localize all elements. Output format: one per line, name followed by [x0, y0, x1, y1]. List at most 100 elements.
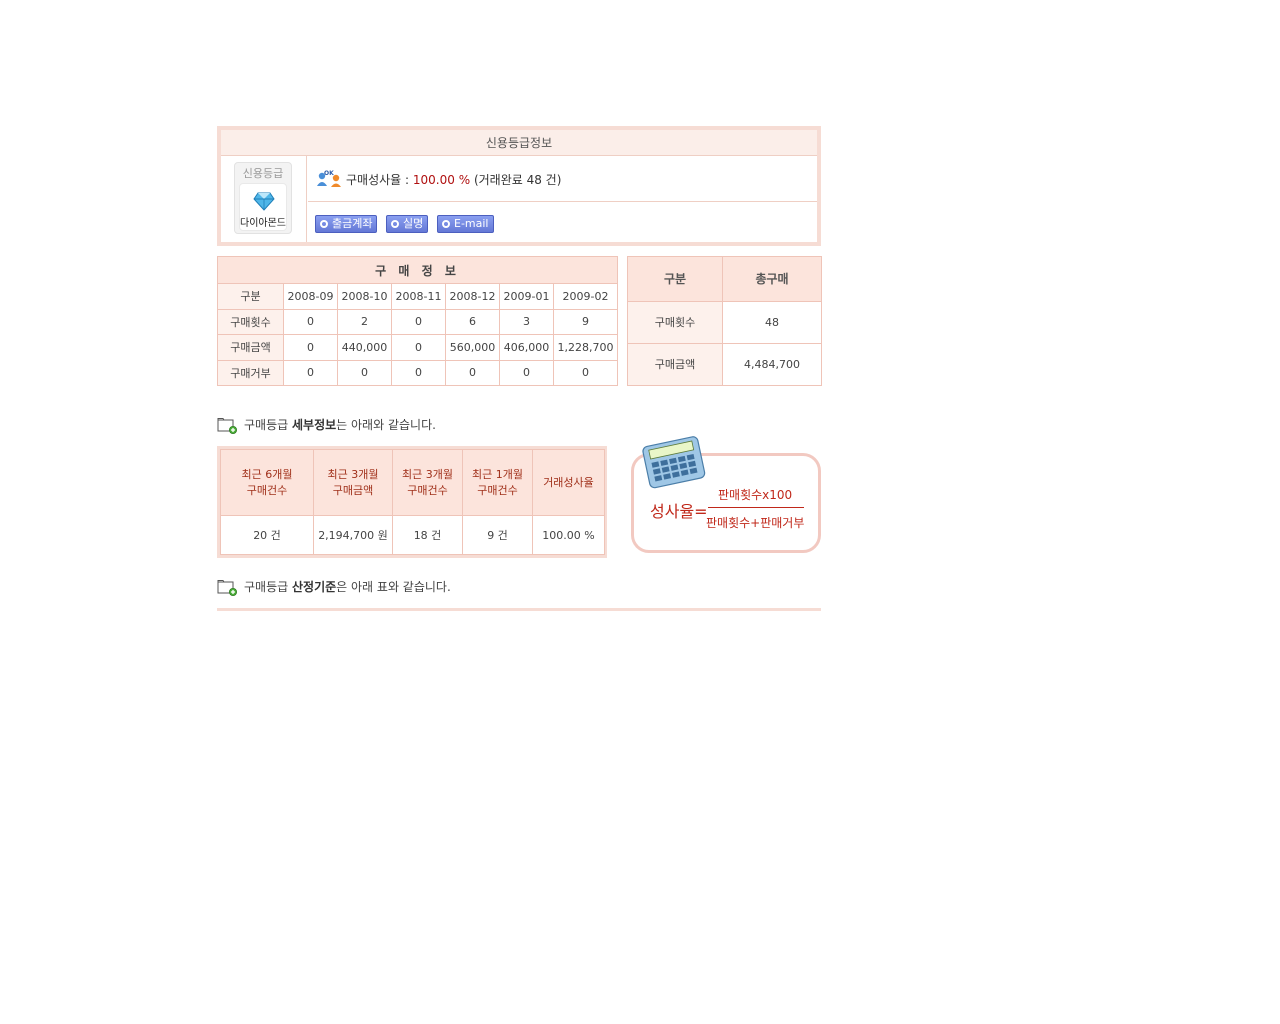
- month-header: 2009-02: [552, 283, 619, 310]
- grade-card: 신용등급 다이아몬드: [234, 162, 292, 234]
- circle-icon: [442, 220, 450, 228]
- realname-button[interactable]: 실명: [386, 215, 429, 233]
- cell: 1,228,700: [552, 334, 619, 361]
- cell: 440,000: [337, 334, 392, 361]
- month-header: 2008-11: [391, 283, 446, 310]
- circle-icon: [320, 220, 328, 228]
- cell: 2,194,700 원: [313, 515, 393, 555]
- detail-heading-pre: 구매등급: [244, 418, 292, 432]
- circle-icon: [391, 220, 399, 228]
- purchase-table-header-row: 구분 2008-09 2008-10 2008-11 2008-12 2009-…: [217, 283, 619, 310]
- table-row: 구매금액 0 440,000 0 560,000 406,000 1,228,7…: [217, 334, 619, 361]
- ok-users-icon: OK: [317, 170, 341, 187]
- month-header: 2008-09: [283, 283, 338, 310]
- purchase-info-table: 구 매 정 보 구분 2008-09 2008-10 2008-11 2008-…: [216, 256, 619, 386]
- detail-header-line: 구매건수: [407, 483, 448, 497]
- cell: 3: [499, 308, 554, 335]
- cell: 0: [499, 359, 554, 386]
- cell: 0: [391, 334, 446, 361]
- credit-grade-title: 신용등급정보: [221, 130, 817, 156]
- grade-badge: 다이아몬드: [239, 183, 287, 231]
- grade-cell: 신용등급 다이아몬드: [221, 156, 307, 242]
- detail-header-line: 구매건수: [246, 483, 288, 497]
- row-label: 구매횟수: [627, 300, 723, 344]
- purchase-table-title: 구 매 정 보: [216, 256, 619, 284]
- cell: 4,484,700: [722, 342, 822, 387]
- month-header: 2009-01: [499, 283, 554, 310]
- cell: 18 건: [392, 515, 463, 555]
- cell: 9 건: [462, 515, 533, 555]
- cell: 2: [337, 308, 392, 335]
- formula-denominator: 판매횟수+판매거부: [706, 516, 805, 530]
- cell: 0: [391, 308, 446, 335]
- cell: 560,000: [445, 334, 500, 361]
- account-button-label: 출금계좌: [332, 217, 373, 230]
- total-col-total: 총구매: [722, 256, 822, 302]
- detail-header: 거래성사율: [532, 449, 605, 516]
- detail-header: 최근 1개월구매건수: [462, 449, 533, 516]
- svg-text:OK: OK: [324, 170, 334, 177]
- total-col-label: 구분: [627, 256, 723, 302]
- cell: 20 건: [220, 515, 314, 555]
- purchase-table-title-row: 구 매 정 보: [216, 256, 619, 284]
- rate-prefix: 구매성사율 :: [346, 173, 410, 187]
- formula-fraction-line: [708, 507, 804, 508]
- purchase-rate-row: OK 구매성사율 : 100.00 % (거래완료 48 건): [308, 156, 817, 202]
- criteria-table-top-edge: [217, 608, 821, 611]
- cell: 0: [391, 359, 446, 386]
- detail-header-row: 최근 6개월구매건수 최근 3개월구매금액 최근 3개월구매건수 최근 1개월구…: [220, 449, 605, 516]
- grade-name: 다이아몬드: [240, 218, 286, 229]
- table-row: 구매금액 4,484,700: [627, 342, 822, 387]
- cell: 0: [283, 334, 338, 361]
- detail-heading-bold: 세부정보: [291, 418, 337, 432]
- email-button-label: E-mail: [454, 217, 489, 230]
- rate-suffix: (거래완료 48 건): [473, 173, 562, 187]
- table-row: 구매횟수 48: [627, 300, 822, 344]
- email-button[interactable]: E-mail: [437, 215, 494, 233]
- cell: 48: [722, 300, 822, 344]
- cell: 9: [552, 308, 619, 335]
- cell: 0: [445, 359, 500, 386]
- detail-header-line: 구매금액: [332, 483, 374, 497]
- detail-info-table: 최근 6개월구매건수 최근 3개월구매금액 최근 3개월구매건수 최근 1개월구…: [220, 449, 605, 555]
- credit-grade-panel: 신용등급정보 신용등급 다이아몬드 OK 구매성사율: 100.00 % (거…: [217, 126, 821, 246]
- criteria-section-heading: 구매등급 산정기준은 아래 표와 같습니다.: [217, 578, 451, 596]
- formula-numerator: 판매횟수x100: [718, 488, 793, 502]
- cell: 0: [552, 359, 619, 386]
- detail-header-line: 최근 1개월: [472, 467, 523, 481]
- detail-heading-post: 는 아래와 같습니다.: [336, 418, 436, 432]
- detail-header-line: 구매건수: [477, 483, 518, 497]
- month-header: 2008-10: [337, 283, 392, 310]
- detail-header-line: 거래성사율: [543, 475, 594, 489]
- month-header: 2008-12: [445, 283, 500, 310]
- cell: 100.00 %: [532, 515, 605, 555]
- detail-header: 최근 3개월구매금액: [313, 449, 393, 516]
- diamond-icon: [253, 192, 275, 211]
- cell: 0: [283, 308, 338, 335]
- criteria-heading-pre: 구매등급: [244, 580, 292, 594]
- cell: 406,000: [499, 334, 554, 361]
- detail-header: 최근 3개월구매건수: [392, 449, 463, 516]
- cell: 6: [445, 308, 500, 335]
- folder-plus-icon: [217, 580, 237, 596]
- criteria-heading-post: 은 아래 표와 같습니다.: [336, 580, 451, 594]
- total-table-header-row: 구분 총구매: [627, 256, 822, 302]
- verification-buttons: 출금계좌 실명 E-mail: [308, 202, 817, 242]
- table-row: 구매거부 0 0 0 0 0 0: [217, 359, 619, 386]
- calculator-icon: [642, 436, 706, 489]
- account-button[interactable]: 출금계좌: [315, 215, 378, 233]
- detail-section-heading: 구매등급 세부정보는 아래와 같습니다.: [217, 416, 436, 434]
- realname-button-label: 실명: [403, 217, 424, 230]
- purchase-corner: 구분: [217, 283, 284, 310]
- rate-value: 100.00 %: [412, 173, 471, 187]
- table-row: 구매횟수 0 2 0 6 3 9: [217, 308, 619, 335]
- cell: 0: [337, 359, 392, 386]
- detail-header: 최근 6개월구매건수: [220, 449, 314, 516]
- table-row: 20 건 2,194,700 원 18 건 9 건 100.00 %: [220, 515, 605, 555]
- credit-grade-inner: 신용등급정보 신용등급 다이아몬드 OK 구매성사율: 100.00 % (거…: [221, 130, 817, 242]
- detail-header-line: 최근 3개월: [402, 467, 453, 481]
- detail-header-line: 최근 3개월: [327, 467, 379, 481]
- detail-table-frame: 최근 6개월구매건수 최근 3개월구매금액 최근 3개월구매건수 최근 1개월구…: [217, 446, 607, 558]
- grade-label: 신용등급: [242, 167, 284, 180]
- detail-header-line: 최근 6개월: [241, 467, 293, 481]
